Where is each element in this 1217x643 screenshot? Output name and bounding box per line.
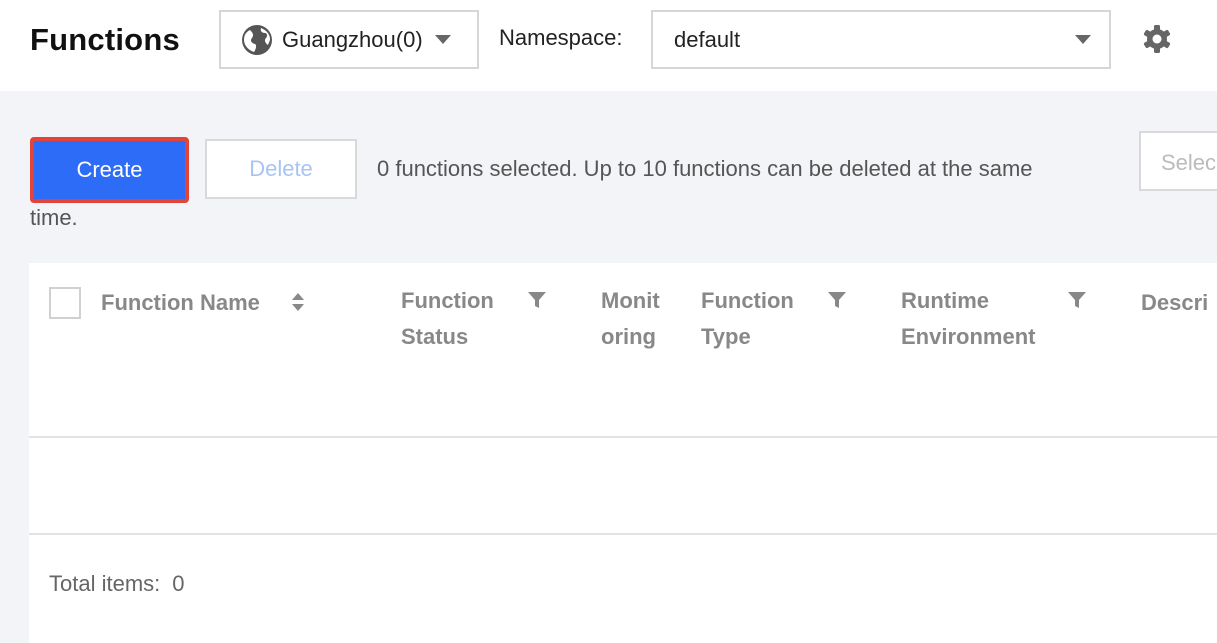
filter-icon[interactable] <box>527 291 547 309</box>
namespace-select[interactable]: default <box>651 10 1111 69</box>
column-header-runtime-environment: Runtime Environment <box>901 288 1036 349</box>
selection-info: 0 functions selected. Up to 10 functions… <box>377 156 1033 181</box>
column-header-function-name[interactable]: Function Name <box>101 285 260 321</box>
column-header-monitoring: Monitoring <box>601 288 660 349</box>
column-header-function-status: Function Status <box>401 288 494 349</box>
chevron-down-icon <box>1075 35 1091 44</box>
column-header-function-type: Function Type <box>701 288 794 349</box>
region-select[interactable]: Guangzhou(0) <box>219 10 479 69</box>
create-button[interactable]: Create <box>30 137 189 203</box>
total-items-label: Total items: <box>49 571 161 596</box>
empty-table-body <box>29 438 1217 535</box>
filter-icon[interactable] <box>827 291 847 309</box>
search-input[interactable]: Selec <box>1139 131 1217 191</box>
total-items-count: 0 <box>172 571 185 596</box>
delete-button[interactable]: Delete <box>205 139 357 199</box>
table-header: Function Name Function Status Monitoring… <box>29 263 1217 438</box>
search-placeholder: Selec <box>1161 150 1217 175</box>
namespace-value: default <box>674 26 741 52</box>
gear-icon[interactable] <box>1142 24 1172 54</box>
filter-icon[interactable] <box>1067 291 1087 309</box>
select-all-checkbox[interactable] <box>49 287 81 319</box>
functions-table: Function Name Function Status Monitoring… <box>29 263 1217 643</box>
page-title: Functions <box>30 22 180 57</box>
namespace-label: Namespace: <box>499 25 623 50</box>
globe-icon <box>242 24 272 55</box>
selection-info-continued: time. <box>30 205 78 230</box>
chevron-down-icon <box>434 35 451 44</box>
sort-icon[interactable] <box>290 292 306 312</box>
region-label: Guangzhou(0) <box>282 26 423 52</box>
top-bar: Functions Guangzhou(0) Namespace: defaul… <box>0 0 1217 91</box>
column-header-description: Descri <box>1141 290 1209 315</box>
total-items: Total items: 0 <box>49 571 185 597</box>
